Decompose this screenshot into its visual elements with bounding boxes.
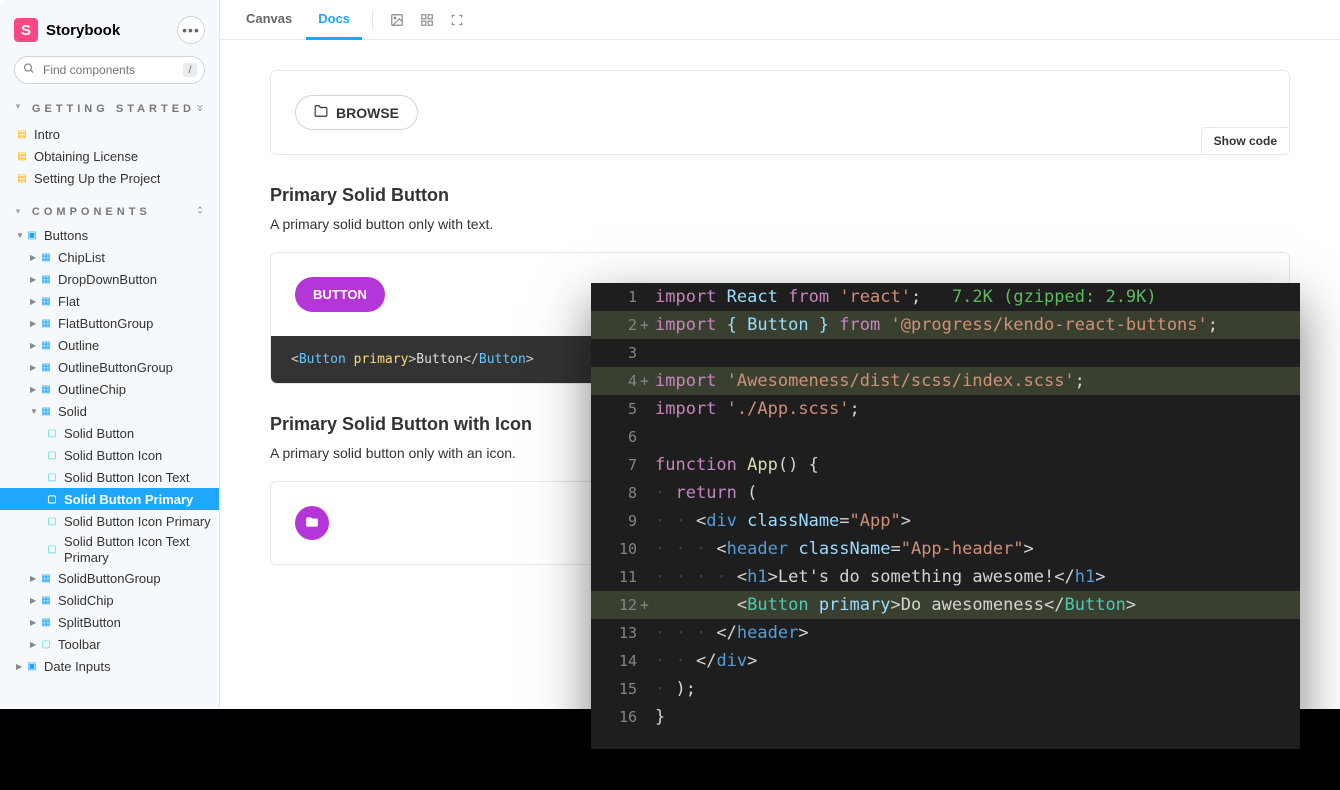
story-icon: ▢ xyxy=(46,427,58,439)
show-code-button[interactable]: Show code xyxy=(1201,127,1289,154)
story-icon: ▢ xyxy=(46,449,58,461)
caret-right-icon: ▶ xyxy=(30,319,40,328)
brand: S Storybook xyxy=(14,18,120,42)
sidebar-item-solid-button-icon-primary[interactable]: ▢Solid Button Icon Primary xyxy=(0,510,219,532)
sidebar-item-date-inputs[interactable]: ▶▣Date Inputs xyxy=(0,656,219,678)
document-icon: ▤ xyxy=(16,172,28,184)
sidebar-item-splitbutton[interactable]: ▶▦SplitButton xyxy=(0,612,219,634)
sidebar-item-chiplist[interactable]: ▶▦ChipList xyxy=(0,246,219,268)
component-icon: ▦ xyxy=(40,573,52,585)
sidebar-item-dropdownbutton[interactable]: ▶▦DropDownButton xyxy=(0,268,219,290)
caret-right-icon: ▶ xyxy=(30,341,40,350)
component-icon: ▦ xyxy=(40,405,52,417)
caret-right-icon: ▶ xyxy=(30,363,40,372)
story-icon: ▢ xyxy=(46,544,58,556)
getting-started-tree: ▤Intro ▤Obtaining License ▤Setting Up th… xyxy=(0,121,219,199)
sidebar-item-flat[interactable]: ▶▦Flat xyxy=(0,290,219,312)
sidebar: S Storybook ••• / ▼ GETTING STARTED ▤Int… xyxy=(0,0,220,709)
story-icon: ▢ xyxy=(46,471,58,483)
caret-right-icon: ▶ xyxy=(30,618,40,627)
caret-right-icon: ▶ xyxy=(30,253,40,262)
sidebar-item-solidbuttongroup[interactable]: ▶▦SolidButtonGroup xyxy=(0,568,219,590)
component-icon: ▦ xyxy=(40,361,52,373)
sidebar-item-solid-button-icon[interactable]: ▢Solid Button Icon xyxy=(0,444,219,466)
sidebar-item-solid-button-icon-text[interactable]: ▢Solid Button Icon Text xyxy=(0,466,219,488)
section-components[interactable]: ▼ COMPONENTS xyxy=(0,199,219,222)
sidebar-item-solid[interactable]: ▼▦Solid xyxy=(0,400,219,422)
section-title: GETTING STARTED xyxy=(32,102,195,117)
document-icon: ▤ xyxy=(16,150,28,162)
storybook-logo-icon: S xyxy=(14,18,38,42)
sidebar-item-solid-button[interactable]: ▢Solid Button xyxy=(0,422,219,444)
caret-right-icon: ▶ xyxy=(30,596,40,605)
browse-label: BROWSE xyxy=(336,105,399,121)
story-icon: ▢ xyxy=(46,493,58,505)
caret-down-icon: ▼ xyxy=(14,207,26,216)
component-icon: ▦ xyxy=(40,595,52,607)
section-title-primary-solid: Primary Solid Button xyxy=(270,185,1290,206)
components-tree: ▼▣Buttons ▶▦ChipList ▶▦DropDownButton ▶▦… xyxy=(0,222,219,687)
collapse-icon[interactable] xyxy=(195,103,205,116)
sidebar-item-outlinebuttongroup[interactable]: ▶▦OutlineButtonGroup xyxy=(0,356,219,378)
sidebar-item-flatbuttongroup[interactable]: ▶▦FlatButtonGroup xyxy=(0,312,219,334)
component-icon: ▦ xyxy=(40,339,52,351)
code-editor-overlay: 1import React from 'react'; 7.2K (gzippe… xyxy=(591,283,1300,749)
component-icon: ▦ xyxy=(40,251,52,263)
sidebar-item-solid-button-primary[interactable]: ▢Solid Button Primary xyxy=(0,488,219,510)
grid-tool-icon[interactable] xyxy=(413,6,441,34)
component-icon: ▦ xyxy=(40,317,52,329)
search-input[interactable] xyxy=(14,56,205,84)
fullscreen-tool-icon[interactable] xyxy=(443,6,471,34)
search-shortcut-badge: / xyxy=(183,63,197,77)
folder-icon: ▣ xyxy=(26,661,38,673)
tab-canvas[interactable]: Canvas xyxy=(234,0,304,40)
sidebar-header: S Storybook ••• xyxy=(0,0,219,56)
caret-right-icon: ▶ xyxy=(30,640,40,649)
component-icon: ▦ xyxy=(40,617,52,629)
search-container: / xyxy=(14,56,205,84)
browse-button[interactable]: BROWSE xyxy=(295,95,418,130)
folder-icon xyxy=(305,515,319,532)
tab-docs[interactable]: Docs xyxy=(306,0,362,40)
toolbar: Canvas Docs xyxy=(220,0,1340,40)
caret-right-icon: ▶ xyxy=(30,297,40,306)
menu-button[interactable]: ••• xyxy=(177,16,205,44)
preview-browse: BROWSE Show code xyxy=(270,70,1290,155)
sidebar-item-buttons[interactable]: ▼▣Buttons xyxy=(0,224,219,246)
caret-right-icon: ▶ xyxy=(16,662,26,671)
folder-icon: ▣ xyxy=(26,229,38,241)
caret-right-icon: ▶ xyxy=(30,385,40,394)
sidebar-item-solid-button-icon-text-primary[interactable]: ▢Solid Button Icon Text Primary xyxy=(0,532,219,567)
sidebar-item-setup[interactable]: ▤Setting Up the Project xyxy=(0,167,219,189)
sort-icon[interactable] xyxy=(195,205,205,218)
document-icon: ▤ xyxy=(16,128,28,140)
sidebar-item-outlinechip[interactable]: ▶▦OutlineChip xyxy=(0,378,219,400)
story-icon: ▢ xyxy=(46,515,58,527)
caret-right-icon: ▶ xyxy=(30,574,40,583)
image-tool-icon[interactable] xyxy=(383,6,411,34)
sidebar-item-solidchip[interactable]: ▶▦SolidChip xyxy=(0,590,219,612)
section-title: COMPONENTS xyxy=(32,206,151,218)
component-icon: ▦ xyxy=(40,273,52,285)
section-getting-started[interactable]: ▼ GETTING STARTED xyxy=(0,96,219,121)
toolbar-divider xyxy=(372,10,373,30)
caret-down-icon: ▼ xyxy=(30,407,40,416)
brand-text: Storybook xyxy=(46,22,120,39)
caret-right-icon: ▶ xyxy=(30,275,40,284)
sidebar-item-toolbar[interactable]: ▶▢Toolbar xyxy=(0,634,219,656)
component-icon: ▦ xyxy=(40,383,52,395)
section-desc-primary-solid: A primary solid button only with text. xyxy=(270,216,1290,232)
sidebar-item-outline[interactable]: ▶▦Outline xyxy=(0,334,219,356)
primary-button[interactable]: BUTTON xyxy=(295,277,385,312)
sidebar-item-license[interactable]: ▤Obtaining License xyxy=(0,145,219,167)
folder-outline-icon xyxy=(314,104,328,121)
search-icon xyxy=(23,63,35,78)
caret-down-icon: ▼ xyxy=(16,231,26,240)
caret-down-icon: ▼ xyxy=(14,102,26,111)
primary-icon-button[interactable] xyxy=(295,506,329,540)
sidebar-item-intro[interactable]: ▤Intro xyxy=(0,123,219,145)
story-icon: ▢ xyxy=(40,639,52,651)
component-icon: ▦ xyxy=(40,295,52,307)
